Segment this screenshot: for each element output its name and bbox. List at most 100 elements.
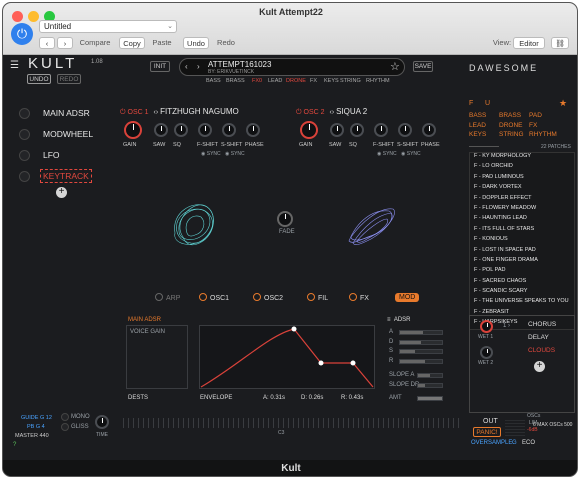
mod-source-lfo[interactable]: LFO — [43, 150, 60, 160]
osc2-next-icon[interactable]: › — [332, 109, 334, 116]
header-category-bass[interactable]: BASS — [206, 78, 221, 84]
slope-dr-slider[interactable] — [417, 383, 443, 388]
slope-a-slider[interactable] — [417, 373, 443, 378]
fade-knob[interactable] — [277, 211, 293, 227]
help-icon[interactable]: ? — [13, 442, 16, 448]
preset-selector[interactable]: Untitled ⌄ — [39, 20, 177, 33]
mod-source-dot-3[interactable] — [19, 171, 30, 182]
patch-list-item[interactable]: F - HAUNTING LEAD — [470, 215, 574, 225]
header-category-rhythm[interactable]: RHYTHM — [366, 78, 390, 84]
filter-factory[interactable]: F — [469, 100, 473, 107]
header-category-fx[interactable]: FX — [310, 78, 317, 84]
prev-preset-button[interactable]: ‹ — [39, 37, 55, 49]
patch-list-item[interactable]: F - LOST IN SPACE PAD — [470, 247, 574, 257]
osc2-sq-knob[interactable] — [350, 123, 364, 137]
favorite-star-icon[interactable]: ☆ — [390, 60, 400, 73]
header-category-string[interactable]: STRING — [340, 78, 361, 84]
browser-category-brass[interactable]: BRASS — [499, 112, 521, 119]
add-mod-source-icon[interactable]: + — [56, 187, 67, 198]
next-patch-icon[interactable]: › — [197, 62, 200, 71]
wet1-knob[interactable] — [480, 320, 493, 333]
adsr-slider-s[interactable] — [399, 349, 443, 354]
plugin-redo-button[interactable]: REDO — [57, 74, 81, 84]
prev-patch-icon[interactable]: ‹ — [185, 62, 188, 71]
envelope-graph[interactable] — [199, 325, 375, 389]
osc1-f-shift-knob[interactable] — [198, 123, 212, 137]
osc2-saw-knob[interactable] — [330, 123, 344, 137]
patch-list-item[interactable]: F - DARK VORTEX — [470, 184, 574, 194]
osc1-sq-knob[interactable] — [174, 123, 188, 137]
undo-button[interactable]: Undo — [183, 37, 209, 49]
view-select[interactable]: Editor — [513, 37, 545, 49]
redo-button[interactable]: Redo — [213, 37, 239, 49]
mod-source-dot-2[interactable] — [19, 150, 30, 161]
osc2-power-icon[interactable]: ⏻ — [296, 109, 302, 116]
section-tab-osc1[interactable]: OSC1 — [199, 293, 229, 302]
mod-source-dot-1[interactable] — [19, 129, 30, 140]
power-icon[interactable]: ⏻ — [11, 23, 33, 45]
add-fx-icon[interactable]: + — [534, 361, 545, 372]
fx-chorus[interactable]: CHORUS — [528, 321, 556, 328]
osc2-phase-knob[interactable] — [422, 123, 436, 137]
init-button[interactable]: INIT — [150, 61, 170, 72]
patch-list-item[interactable]: F - ITS FULL OF STARS — [470, 226, 574, 236]
adsr-slider-d[interactable] — [399, 339, 443, 345]
filter-user[interactable]: U — [485, 100, 490, 107]
adsr-slider-a[interactable] — [399, 330, 443, 335]
mod-source-modwheel[interactable]: MODWHEEL — [43, 129, 93, 139]
osc1-power-icon[interactable]: ⏻ — [120, 109, 126, 116]
mod-source-main-adsr[interactable]: MAIN ADSR — [43, 108, 90, 118]
plugin-undo-button[interactable]: UNDO — [27, 74, 51, 84]
section-tab-fil[interactable]: FIL — [307, 293, 328, 302]
section-tab-mod[interactable]: MOD — [395, 293, 420, 302]
osc2-s-shift-knob[interactable] — [398, 123, 412, 137]
paste-button[interactable]: Paste — [149, 37, 175, 49]
gliss-toggle[interactable] — [61, 423, 69, 431]
osc1-saw-knob[interactable] — [154, 123, 168, 137]
save-button[interactable]: SAVE — [413, 61, 433, 72]
fx-delay[interactable]: DELAY — [528, 334, 549, 341]
copy-button[interactable]: Copy — [119, 37, 145, 49]
browser-category-pad[interactable]: PAD — [529, 112, 542, 119]
next-preset-button[interactable]: › — [57, 37, 73, 49]
browser-category-fx[interactable]: FX — [529, 122, 537, 129]
osc2-f-shift-knob[interactable] — [374, 123, 388, 137]
browser-search-icon[interactable] — [469, 140, 499, 147]
panic-button[interactable]: PANIC! — [473, 427, 501, 437]
browser-category-lead[interactable]: LEAD — [469, 122, 486, 129]
header-category-lead[interactable]: LEAD — [268, 78, 282, 84]
patch-list-item[interactable]: F - SCANDIC SCARY — [470, 288, 574, 298]
browser-category-rhythm[interactable]: RHYTHM — [529, 131, 557, 138]
browser-category-keys[interactable]: KEYS — [469, 131, 486, 138]
patch-list-item[interactable]: F - ONE FINGER DRAMA — [470, 257, 574, 267]
patch-list-item[interactable]: F - POL PAD — [470, 267, 574, 277]
patch-list-item[interactable]: F - THE UNIVERSE SPEAKS TO YOU — [470, 298, 574, 308]
osc1-gain-knob[interactable] — [124, 121, 142, 139]
osc2-sync-sshift[interactable]: ◉ SYNC — [401, 151, 421, 157]
patch-list-item[interactable]: F - DOPPLER EFFECT — [470, 195, 574, 205]
patch-list-item[interactable]: F - PAD LUMINOUS — [470, 174, 574, 184]
menu-icon[interactable]: ☰ — [10, 60, 22, 71]
keyboard-strip[interactable] — [123, 418, 459, 428]
osc1-phase-knob[interactable] — [246, 123, 260, 137]
header-category-brass[interactable]: BRASS — [226, 78, 245, 84]
osc2-sync-fshift[interactable]: ◉ SYNC — [377, 151, 397, 157]
fx-clouds[interactable]: CLOUDS — [528, 347, 555, 354]
browser-category-string[interactable]: STRING — [499, 131, 524, 138]
osc1-next-icon[interactable]: › — [156, 109, 158, 116]
glide-time-knob[interactable] — [95, 415, 109, 429]
eco-label[interactable]: ECO — [522, 440, 535, 446]
oversample-value[interactable]: G — [512, 440, 517, 446]
header-category-fx0[interactable]: FX0 — [252, 78, 262, 84]
section-tab-arp[interactable]: ARP — [155, 293, 180, 302]
mod-source-keytrack[interactable]: KEYTRACK — [40, 169, 92, 183]
amt-slider[interactable] — [417, 396, 443, 401]
patch-list-item[interactable]: F - KONIOUS — [470, 236, 574, 246]
header-category-keys[interactable]: KEYS — [324, 78, 339, 84]
favorites-star-icon[interactable]: ★ — [559, 98, 567, 109]
patch-list-item[interactable]: F - KY MORPHOLOGY — [470, 153, 574, 163]
browser-category-bass[interactable]: BASS — [469, 112, 486, 119]
osc1-sync-sshift[interactable]: ◉ SYNC — [225, 151, 245, 157]
adsr-slider-r[interactable] — [399, 358, 443, 364]
patch-list-item[interactable]: F - FLOWERY MEADOW — [470, 205, 574, 215]
